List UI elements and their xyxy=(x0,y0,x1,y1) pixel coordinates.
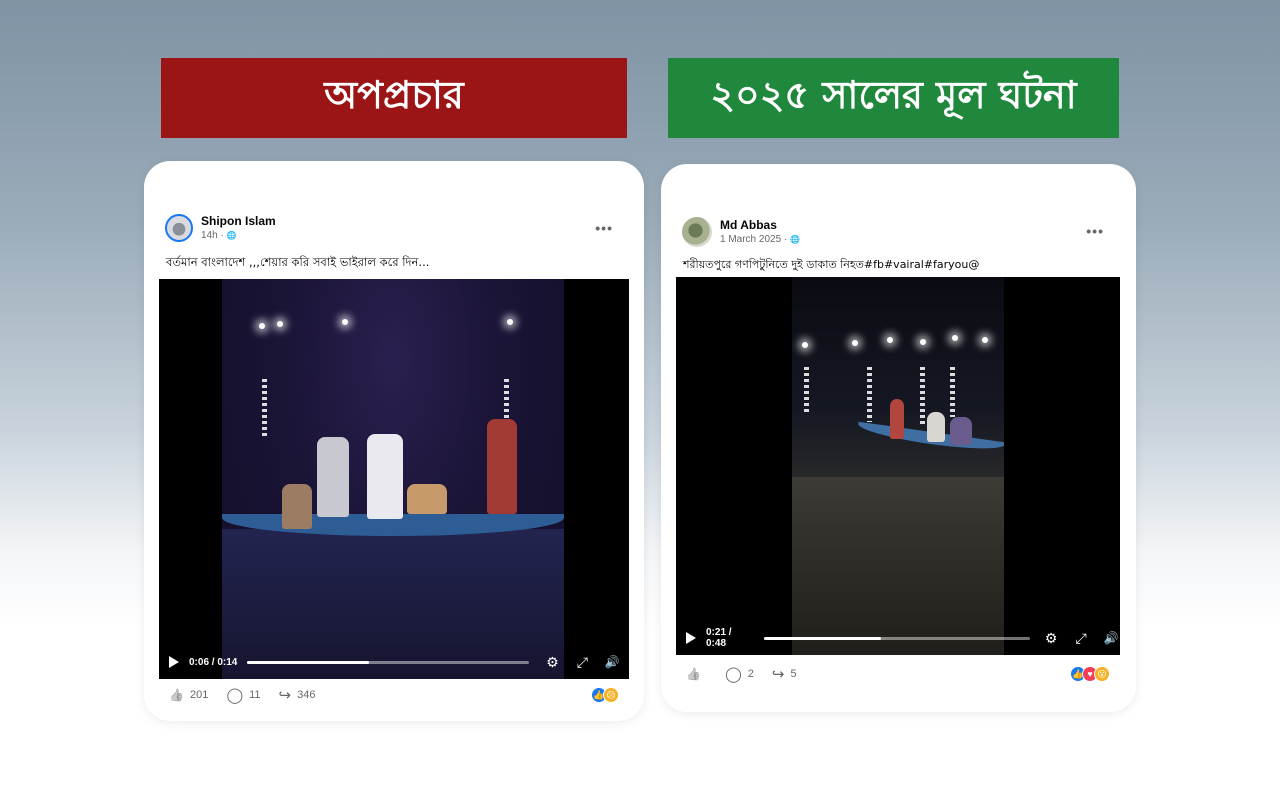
like-icon: 👍 xyxy=(169,688,184,702)
like-count: 201 xyxy=(189,689,209,701)
post-actions: 👍 201 ◯ 11 ↪ 346 xyxy=(169,686,333,704)
share-button[interactable]: ↪ 346 xyxy=(279,686,316,704)
reactions-summary[interactable]: 👍 😥 xyxy=(591,687,619,703)
facebook-post: Shipon Islam 14h · 🌐 ••• বর্তমান বাংলাদে… xyxy=(159,206,629,706)
person xyxy=(282,484,312,529)
light-reflection xyxy=(950,367,955,417)
more-options-icon[interactable]: ••• xyxy=(1086,223,1104,239)
original-post-card: Md Abbas 1 March 2025 · 🌐 ••• শরীয়তপুরে… xyxy=(661,164,1136,712)
wow-reaction-icon: 😮 xyxy=(1094,666,1110,682)
video-progress-fill xyxy=(247,660,369,664)
fullscreen-icon[interactable]: ⤢ xyxy=(1072,630,1090,647)
person xyxy=(367,434,403,519)
post-time-text[interactable]: 1 March 2025 xyxy=(720,234,781,245)
avatar[interactable] xyxy=(165,214,193,242)
share-icon: ↪ xyxy=(771,666,785,683)
light-glare xyxy=(920,339,926,345)
globe-icon: 🌐 xyxy=(226,231,237,240)
settings-icon[interactable]: ⚙ xyxy=(543,654,561,671)
post-time-text[interactable]: 14h xyxy=(201,230,218,241)
light-glare xyxy=(952,335,958,341)
light-reflection xyxy=(262,379,267,439)
comment-icon: ◯ xyxy=(724,666,742,683)
post-caption: শরীয়তপুরে গণপিটুনিতে দুই ডাকাত নিহত#fb#… xyxy=(683,258,980,271)
facebook-post: Md Abbas 1 March 2025 · 🌐 ••• শরীয়তপুরে… xyxy=(676,209,1120,689)
video-frame[interactable] xyxy=(222,279,564,679)
comment-count: 11 xyxy=(249,689,261,701)
video-progress-bar[interactable] xyxy=(764,636,1031,640)
light-glare xyxy=(342,319,348,325)
play-icon[interactable] xyxy=(686,632,696,644)
misinformation-banner-text: অপপ্রচার xyxy=(324,73,464,117)
video-player[interactable]: 0:06 / 0:14 ⚙ ⤢ 🔊 xyxy=(159,279,629,679)
post-time[interactable]: 1 March 2025 · 🌐 xyxy=(720,233,800,246)
light-glare xyxy=(982,337,988,343)
video-controls: 0:06 / 0:14 ⚙ ⤢ 🔊 xyxy=(159,645,629,679)
post-header: Shipon Islam 14h · 🌐 xyxy=(165,214,276,242)
comment-icon: ◯ xyxy=(226,687,244,704)
volume-icon[interactable]: 🔊 xyxy=(603,655,621,669)
comment-count: 2 xyxy=(747,668,754,680)
video-timecode: 0:06 / 0:14 xyxy=(189,656,238,668)
like-button[interactable]: 👍 xyxy=(686,667,707,681)
light-glare xyxy=(277,321,283,327)
original-event-banner-text: ২০২৫ সালের মূল ঘটনা xyxy=(710,73,1077,117)
light-glare xyxy=(259,323,265,329)
person xyxy=(890,399,904,439)
like-icon: 👍 xyxy=(686,667,701,681)
play-icon[interactable] xyxy=(169,656,179,668)
sad-reaction-icon: 😥 xyxy=(603,687,619,703)
video-progress-fill xyxy=(764,636,882,640)
person xyxy=(950,417,972,445)
video-controls: 0:21 / 0:48 ⚙ ⤢ 🔊 xyxy=(676,621,1120,655)
comment-button[interactable]: ◯ 2 xyxy=(725,665,754,683)
light-reflection xyxy=(504,379,509,419)
person xyxy=(317,437,349,517)
misinformation-banner: অপপ্রচার xyxy=(161,58,627,138)
post-time[interactable]: 14h · 🌐 xyxy=(201,229,276,242)
more-options-icon[interactable]: ••• xyxy=(595,220,613,236)
video-progress-bar[interactable] xyxy=(247,660,530,664)
settings-icon[interactable]: ⚙ xyxy=(1042,630,1060,647)
post-header: Md Abbas 1 March 2025 · 🌐 xyxy=(682,217,800,247)
light-glare xyxy=(887,337,893,343)
share-count: 5 xyxy=(790,668,797,680)
like-button[interactable]: 👍 201 xyxy=(169,688,208,702)
person xyxy=(487,419,517,514)
author-name[interactable]: Md Abbas xyxy=(720,218,800,233)
comment-button[interactable]: ◯ 11 xyxy=(226,686,260,704)
light-reflection xyxy=(920,367,925,427)
misinformation-post-card: Shipon Islam 14h · 🌐 ••• বর্তমান বাংলাদে… xyxy=(144,161,644,721)
fullscreen-icon[interactable]: ⤢ xyxy=(573,654,591,671)
video-timecode: 0:21 / 0:48 xyxy=(706,627,732,649)
light-glare xyxy=(852,340,858,346)
share-icon: ↪ xyxy=(278,687,292,704)
post-caption: বর্তমান বাংলাদেশ ,,,শেয়ার করি সবাই ভাইর… xyxy=(166,255,430,269)
light-reflection xyxy=(867,367,872,422)
globe-icon: 🌐 xyxy=(790,235,801,244)
light-glare xyxy=(507,319,513,325)
person xyxy=(407,484,447,514)
post-actions: 👍 ◯ 2 ↪ 5 xyxy=(686,665,815,683)
light-reflection xyxy=(804,367,809,412)
original-event-banner: ২০২৫ সালের মূল ঘটনা xyxy=(668,58,1119,138)
reactions-summary[interactable]: 👍 ♥ 😮 xyxy=(1070,666,1110,682)
author-name[interactable]: Shipon Islam xyxy=(201,214,276,229)
volume-icon[interactable]: 🔊 xyxy=(1102,631,1120,645)
share-count: 346 xyxy=(297,689,316,701)
light-glare xyxy=(802,342,808,348)
video-frame[interactable] xyxy=(792,277,1004,655)
share-button[interactable]: ↪ 5 xyxy=(772,665,797,683)
video-player[interactable]: 0:21 / 0:48 ⚙ ⤢ 🔊 xyxy=(676,277,1120,655)
avatar[interactable] xyxy=(682,217,712,247)
person xyxy=(927,412,945,442)
